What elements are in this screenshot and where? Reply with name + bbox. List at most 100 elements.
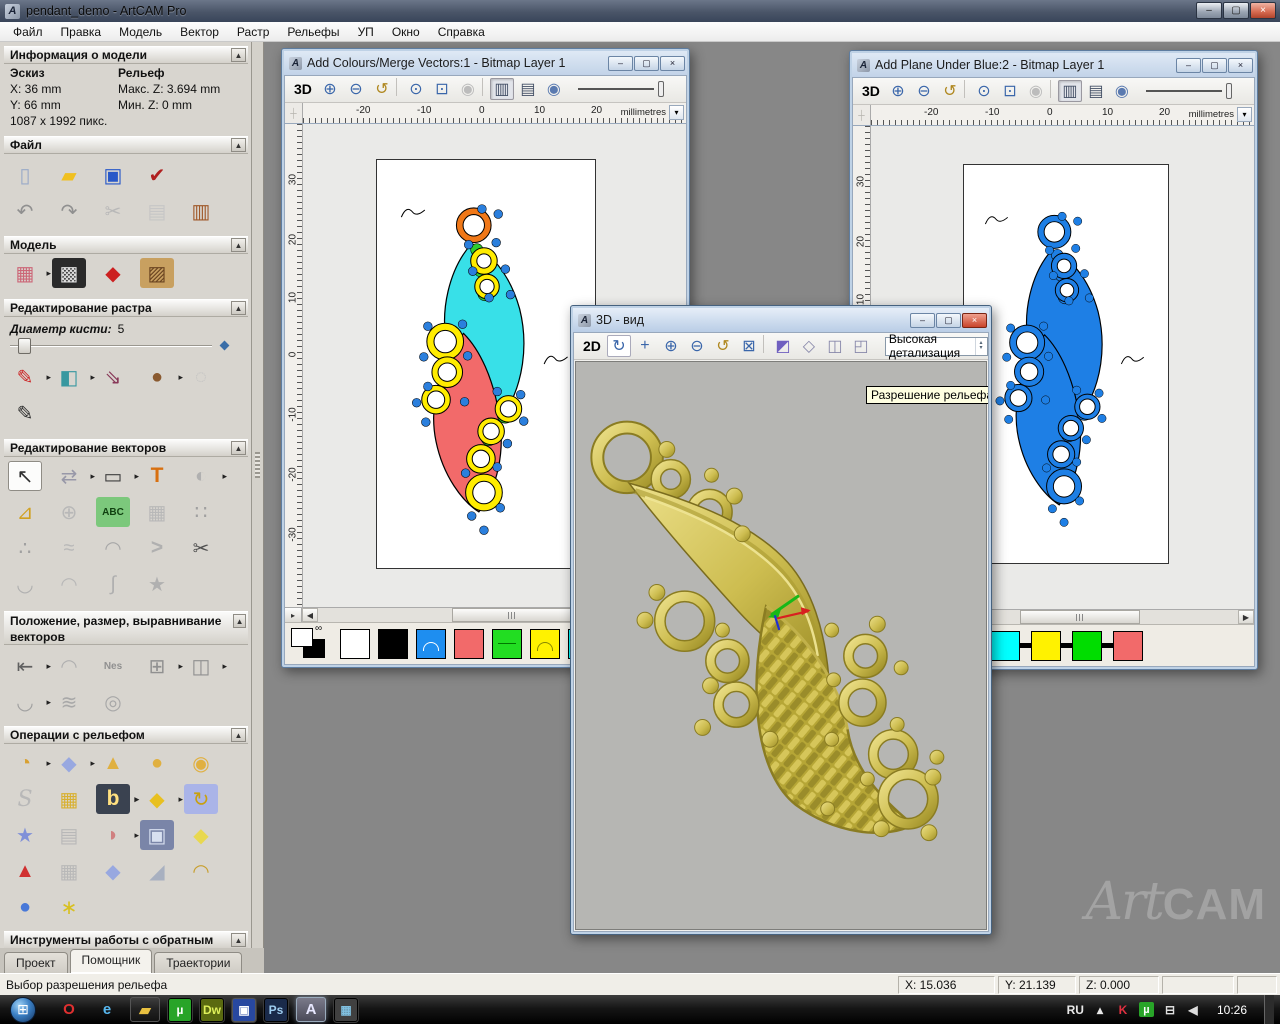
taskbar-viewer[interactable]: ▦ bbox=[334, 997, 358, 1022]
taskbar-ie[interactable]: e bbox=[92, 997, 122, 1022]
add-relief-icon[interactable]: ▲ bbox=[96, 748, 130, 778]
swatch-black[interactable] bbox=[378, 628, 408, 659]
tray-kaspersky[interactable]: K bbox=[1116, 1003, 1130, 1017]
zoom-all-icon[interactable]: ⊠ bbox=[737, 335, 761, 357]
weld-vectors-icon[interactable]: ◫ ▸ bbox=[184, 651, 227, 681]
maximize-button[interactable]: ▢ bbox=[1202, 57, 1227, 73]
minimize-button[interactable]: – bbox=[910, 312, 935, 328]
rotate-view-icon[interactable]: ↻ bbox=[606, 335, 631, 357]
create-boundary-icon[interactable]: ◡ bbox=[8, 569, 42, 599]
offset-relief-icon[interactable]: ◆ ▸ bbox=[140, 784, 183, 814]
copy-relief-icon[interactable]: ▤ bbox=[52, 820, 86, 850]
close-button[interactable]: × bbox=[962, 312, 987, 328]
flyout-arrow-icon[interactable]: ▸ bbox=[134, 794, 139, 805]
swatch-red[interactable] bbox=[454, 628, 484, 659]
flyout-arrow-icon[interactable]: ▸ bbox=[134, 471, 139, 482]
tray-volume-icon[interactable]: ◀ bbox=[1186, 1003, 1200, 1017]
cut-icon[interactable]: ✂ bbox=[96, 196, 130, 226]
primary-colour-swatch[interactable] bbox=[291, 627, 313, 647]
fillet-icon[interactable]: ◠ bbox=[52, 569, 86, 599]
panel-collapse-icon[interactable]: ▲ bbox=[231, 728, 246, 742]
menu-item-8[interactable]: Справка bbox=[429, 23, 494, 41]
view-along-y-icon[interactable]: ◫ bbox=[823, 335, 847, 357]
flyout-arrow-icon[interactable]: ▸ bbox=[90, 758, 95, 769]
undo-icon[interactable]: ↶ bbox=[8, 196, 42, 226]
close-button[interactable]: × bbox=[660, 55, 685, 71]
panel-header-reverse-tools[interactable]: Инструменты работы с обратным ▲ bbox=[4, 931, 248, 948]
flyout-arrow-icon[interactable]: ▸ bbox=[178, 794, 183, 805]
sidebar-splitter[interactable] bbox=[252, 42, 264, 948]
taskbar-explorer[interactable]: ▰ bbox=[130, 997, 160, 1022]
taskbar-dreamweaver[interactable]: Dw bbox=[200, 997, 224, 1022]
ruler-units-dropdown[interactable]: ▾ bbox=[1237, 107, 1252, 122]
close-button[interactable]: × bbox=[1228, 57, 1253, 73]
view-3d-button[interactable]: 3D bbox=[290, 78, 316, 100]
tray-language[interactable]: RU bbox=[1067, 1003, 1084, 1017]
open-model-icon[interactable]: ▰ bbox=[52, 160, 86, 190]
titlebar[interactable]: A pendant_demo - ArtCAM Pro – ▢ × bbox=[0, 0, 1280, 22]
zoom-in-icon[interactable]: ⊕ bbox=[886, 80, 910, 102]
scroll-left-icon[interactable]: ◀ bbox=[302, 608, 318, 622]
merge-relief-icon[interactable]: ◉ bbox=[184, 748, 218, 778]
smooth-nodes-icon[interactable]: ≈ bbox=[52, 533, 86, 563]
measure-icon[interactable]: ⊿ bbox=[8, 497, 42, 527]
vector-visibility-icon[interactable]: ▤ bbox=[516, 78, 540, 100]
zoom-in-icon[interactable]: ⊕ bbox=[659, 335, 683, 357]
link-colours-icon[interactable]: ∞ bbox=[315, 623, 322, 634]
menu-item-6[interactable]: УП bbox=[349, 23, 383, 41]
swatch-green[interactable] bbox=[492, 628, 522, 659]
menu-item-2[interactable]: Модель bbox=[110, 23, 171, 41]
spiral-icon[interactable]: ◎ bbox=[96, 687, 130, 717]
pendant-vector-drawing[interactable] bbox=[377, 160, 595, 568]
swatch-white[interactable] bbox=[340, 628, 370, 659]
select-vectors-icon[interactable]: ↖ bbox=[8, 461, 42, 491]
menu-item-0[interactable]: Файл bbox=[4, 23, 52, 41]
fit-polyline-icon[interactable]: > bbox=[140, 533, 174, 563]
draw-icon[interactable]: ✎ bbox=[8, 398, 42, 428]
view-along-z-icon[interactable]: ◰ bbox=[849, 335, 873, 357]
trim-vectors-icon[interactable]: ✂ bbox=[184, 533, 218, 563]
swatch-blue[interactable] bbox=[416, 628, 446, 659]
new-model-icon[interactable]: ▯ bbox=[8, 160, 42, 190]
tab-project[interactable]: Проект bbox=[4, 952, 68, 973]
preview-relief-icon[interactable]: ◉ bbox=[1110, 80, 1134, 102]
export-icon[interactable]: ✔ bbox=[140, 160, 174, 190]
create-rectangle-icon[interactable]: ▭ ▸ bbox=[96, 461, 139, 491]
window-3d-view[interactable]: A 3D - вид – ▢ × 2D ↻ + ⊕ ⊖ ↺ ⊠ ◩ ◇ ◫ ◰ Высокая де… bbox=[570, 305, 992, 935]
join-vectors-icon[interactable]: ◡ ▸ bbox=[8, 687, 51, 717]
start-button[interactable]: ⊞ bbox=[10, 996, 36, 1023]
block-copy-icon[interactable]: ⊞ ▸ bbox=[140, 651, 183, 681]
zoom-last-icon[interactable]: ↺ bbox=[370, 78, 394, 100]
swatch-red[interactable] bbox=[1113, 630, 1143, 661]
panel-header-position[interactable]: Положение, размер, выравнивание векторов… bbox=[4, 611, 248, 645]
panel-header-vector-edit[interactable]: Редактирование векторов ▲ bbox=[4, 439, 248, 457]
emboss-icon[interactable]: b ▸ bbox=[96, 784, 139, 814]
splitter-grip[interactable] bbox=[255, 452, 260, 478]
flood-fill-icon[interactable]: ◧ ▸ bbox=[52, 362, 95, 392]
text-on-curve-icon[interactable]: ◠ bbox=[52, 651, 86, 681]
taskbar-utorrent[interactable]: µ bbox=[168, 997, 192, 1022]
preview-relief-icon[interactable]: ◉ bbox=[542, 78, 566, 100]
minimize-button[interactable]: – bbox=[1176, 57, 1201, 73]
swatch-yellow[interactable] bbox=[1031, 630, 1061, 661]
offset-vectors-icon[interactable]: ⊕ bbox=[52, 497, 86, 527]
vector-fade-slider[interactable] bbox=[577, 81, 664, 97]
menu-item-4[interactable]: Растр bbox=[228, 23, 278, 41]
face-wizard-icon[interactable]: ▣ bbox=[140, 820, 174, 850]
distort-waves-icon[interactable]: ≋ bbox=[52, 687, 86, 717]
taskbar-photoshop[interactable]: Ps bbox=[264, 997, 288, 1022]
flyout-arrow-icon[interactable]: ▸ bbox=[178, 661, 183, 672]
flyout-arrow-icon[interactable]: ▸ bbox=[222, 471, 227, 482]
zoom-last-icon[interactable]: ↺ bbox=[711, 335, 735, 357]
restore-button[interactable]: ▢ bbox=[1223, 2, 1249, 19]
window-titlebar[interactable]: A Add Plane Under Blue:2 - Bitmap Layer … bbox=[852, 53, 1255, 77]
transform-vectors-icon[interactable]: ⇄ ▸ bbox=[52, 461, 95, 491]
tray-expand-icon[interactable]: ▴ bbox=[1093, 1003, 1107, 1017]
pillow-relief-icon[interactable]: ◆ bbox=[96, 856, 130, 886]
zero-plane-icon[interactable]: ◆ ▸ bbox=[52, 748, 95, 778]
model-page[interactable] bbox=[963, 164, 1169, 564]
slider-handle[interactable] bbox=[1225, 83, 1232, 99]
paste-array-icon[interactable]: ∷ bbox=[184, 497, 218, 527]
menu-item-7[interactable]: Окно bbox=[383, 23, 429, 41]
shape-editor-icon[interactable]: ◔ ▸ bbox=[8, 748, 51, 778]
